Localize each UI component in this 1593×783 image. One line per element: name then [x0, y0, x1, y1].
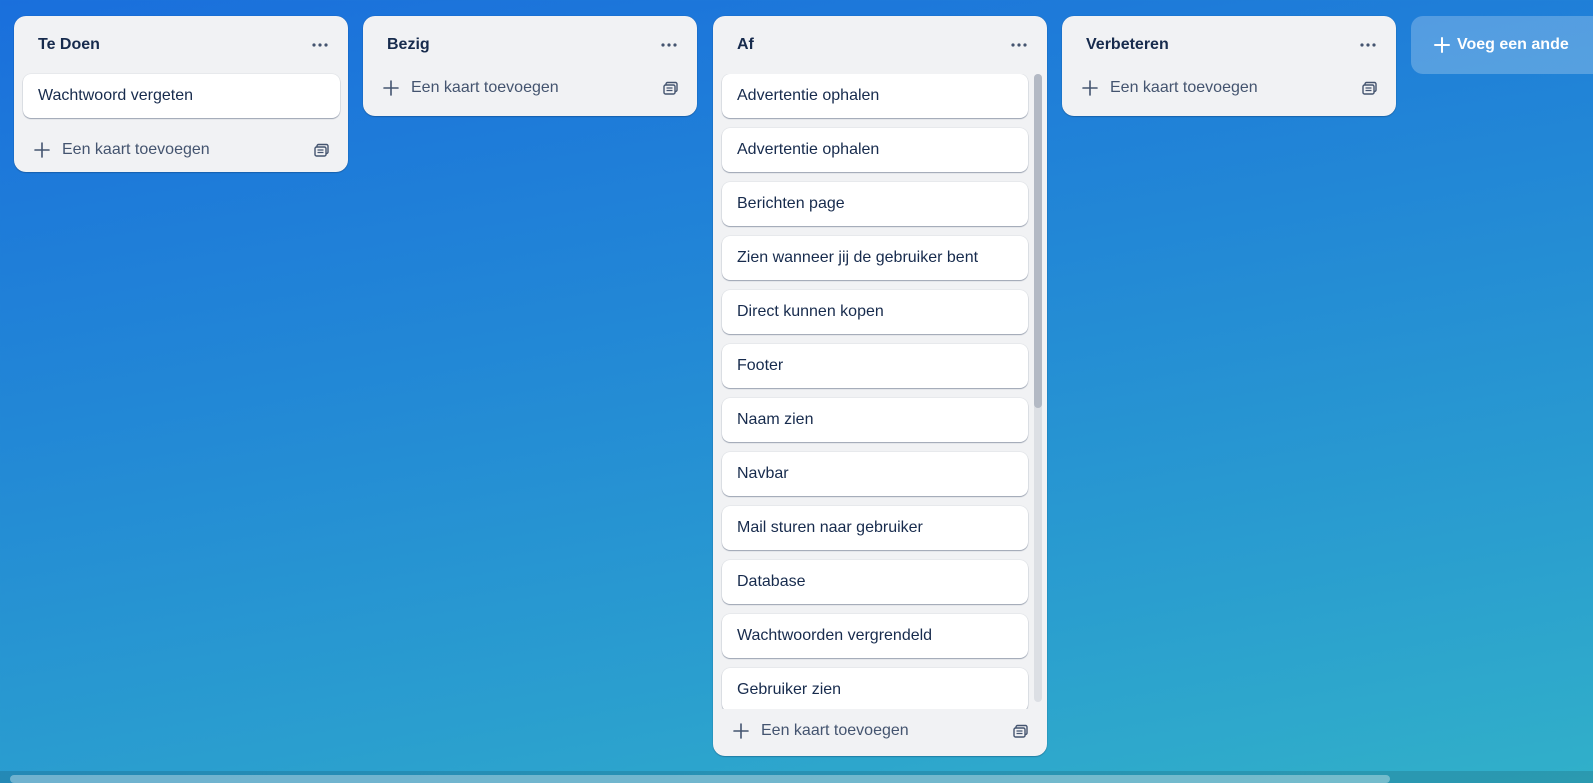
card-list: Advertentie ophalen Advertentie ophalen … [713, 74, 1047, 709]
card[interactable]: Database [722, 560, 1028, 604]
list-bezig: Bezig Een kaart toevoegen [363, 16, 697, 116]
add-card-row: Een kaart toevoegen [363, 66, 697, 110]
plus-icon [1082, 80, 1098, 96]
add-card-row: Een kaart toevoegen [14, 128, 348, 172]
card-list: Wachtwoord vergeten [14, 74, 348, 118]
add-card-label: Een kaart toevoegen [761, 722, 909, 739]
list-title[interactable]: Bezig [387, 36, 430, 54]
plus-icon [733, 723, 749, 739]
ellipsis-icon[interactable] [304, 29, 336, 61]
list-header: Af [713, 16, 1047, 74]
add-card-label: Een kaart toevoegen [62, 141, 210, 158]
card[interactable]: Wachtwoorden vergrendeld [722, 614, 1028, 658]
card-template-icon[interactable] [308, 136, 336, 164]
card[interactable]: Footer [722, 344, 1028, 388]
add-list-button[interactable]: Voeg een ande [1411, 16, 1593, 74]
card[interactable]: Gebruiker zien [722, 668, 1028, 709]
ellipsis-icon[interactable] [653, 29, 685, 61]
card[interactable]: Mail sturen naar gebruiker [722, 506, 1028, 550]
card-template-icon[interactable] [1356, 74, 1384, 102]
list-verbeteren: Verbeteren Een kaart toevoegen [1062, 16, 1396, 116]
horizontal-scrollbar-thumb[interactable] [10, 775, 1390, 783]
add-list-label: Voeg een ande [1457, 36, 1569, 53]
card[interactable]: Advertentie ophalen [722, 74, 1028, 118]
card[interactable]: Naam zien [722, 398, 1028, 442]
vertical-scrollbar-thumb[interactable] [1034, 74, 1042, 408]
card[interactable]: Advertentie ophalen [722, 128, 1028, 172]
add-card-button[interactable]: Een kaart toevoegen [34, 141, 210, 159]
list-title[interactable]: Te Doen [38, 36, 100, 54]
card[interactable]: Navbar [722, 452, 1028, 496]
card[interactable]: Direct kunnen kopen [722, 290, 1028, 334]
add-card-button[interactable]: Een kaart toevoegen [383, 79, 559, 97]
plus-icon [383, 80, 399, 96]
add-card-button[interactable]: Een kaart toevoegen [1082, 79, 1258, 97]
ellipsis-icon[interactable] [1352, 29, 1384, 61]
card[interactable]: Berichten page [722, 182, 1028, 226]
card[interactable]: Zien wanneer jij de gebruiker bent [722, 236, 1028, 280]
card[interactable]: Wachtwoord vergeten [23, 74, 340, 118]
list-af: Af Advertentie ophalen Advertentie ophal… [713, 16, 1047, 756]
card-scroll-area[interactable]: Advertentie ophalen Advertentie ophalen … [713, 74, 1047, 709]
card-template-icon[interactable] [657, 74, 685, 102]
add-card-row: Een kaart toevoegen [713, 709, 1047, 753]
list-header: Te Doen [14, 16, 348, 74]
plus-icon [1433, 36, 1451, 54]
list-title[interactable]: Verbeteren [1086, 36, 1169, 54]
list-te-doen: Te Doen Wachtwoord vergeten Een kaart to… [14, 16, 348, 172]
add-card-label: Een kaart toevoegen [1110, 79, 1258, 96]
add-card-label: Een kaart toevoegen [411, 79, 559, 96]
plus-icon [34, 142, 50, 158]
add-card-row: Een kaart toevoegen [1062, 66, 1396, 110]
list-title[interactable]: Af [737, 36, 754, 54]
card-template-icon[interactable] [1007, 717, 1035, 745]
board-canvas: Te Doen Wachtwoord vergeten Een kaart to… [0, 0, 1593, 783]
add-card-button[interactable]: Een kaart toevoegen [733, 722, 909, 740]
ellipsis-icon[interactable] [1003, 29, 1035, 61]
